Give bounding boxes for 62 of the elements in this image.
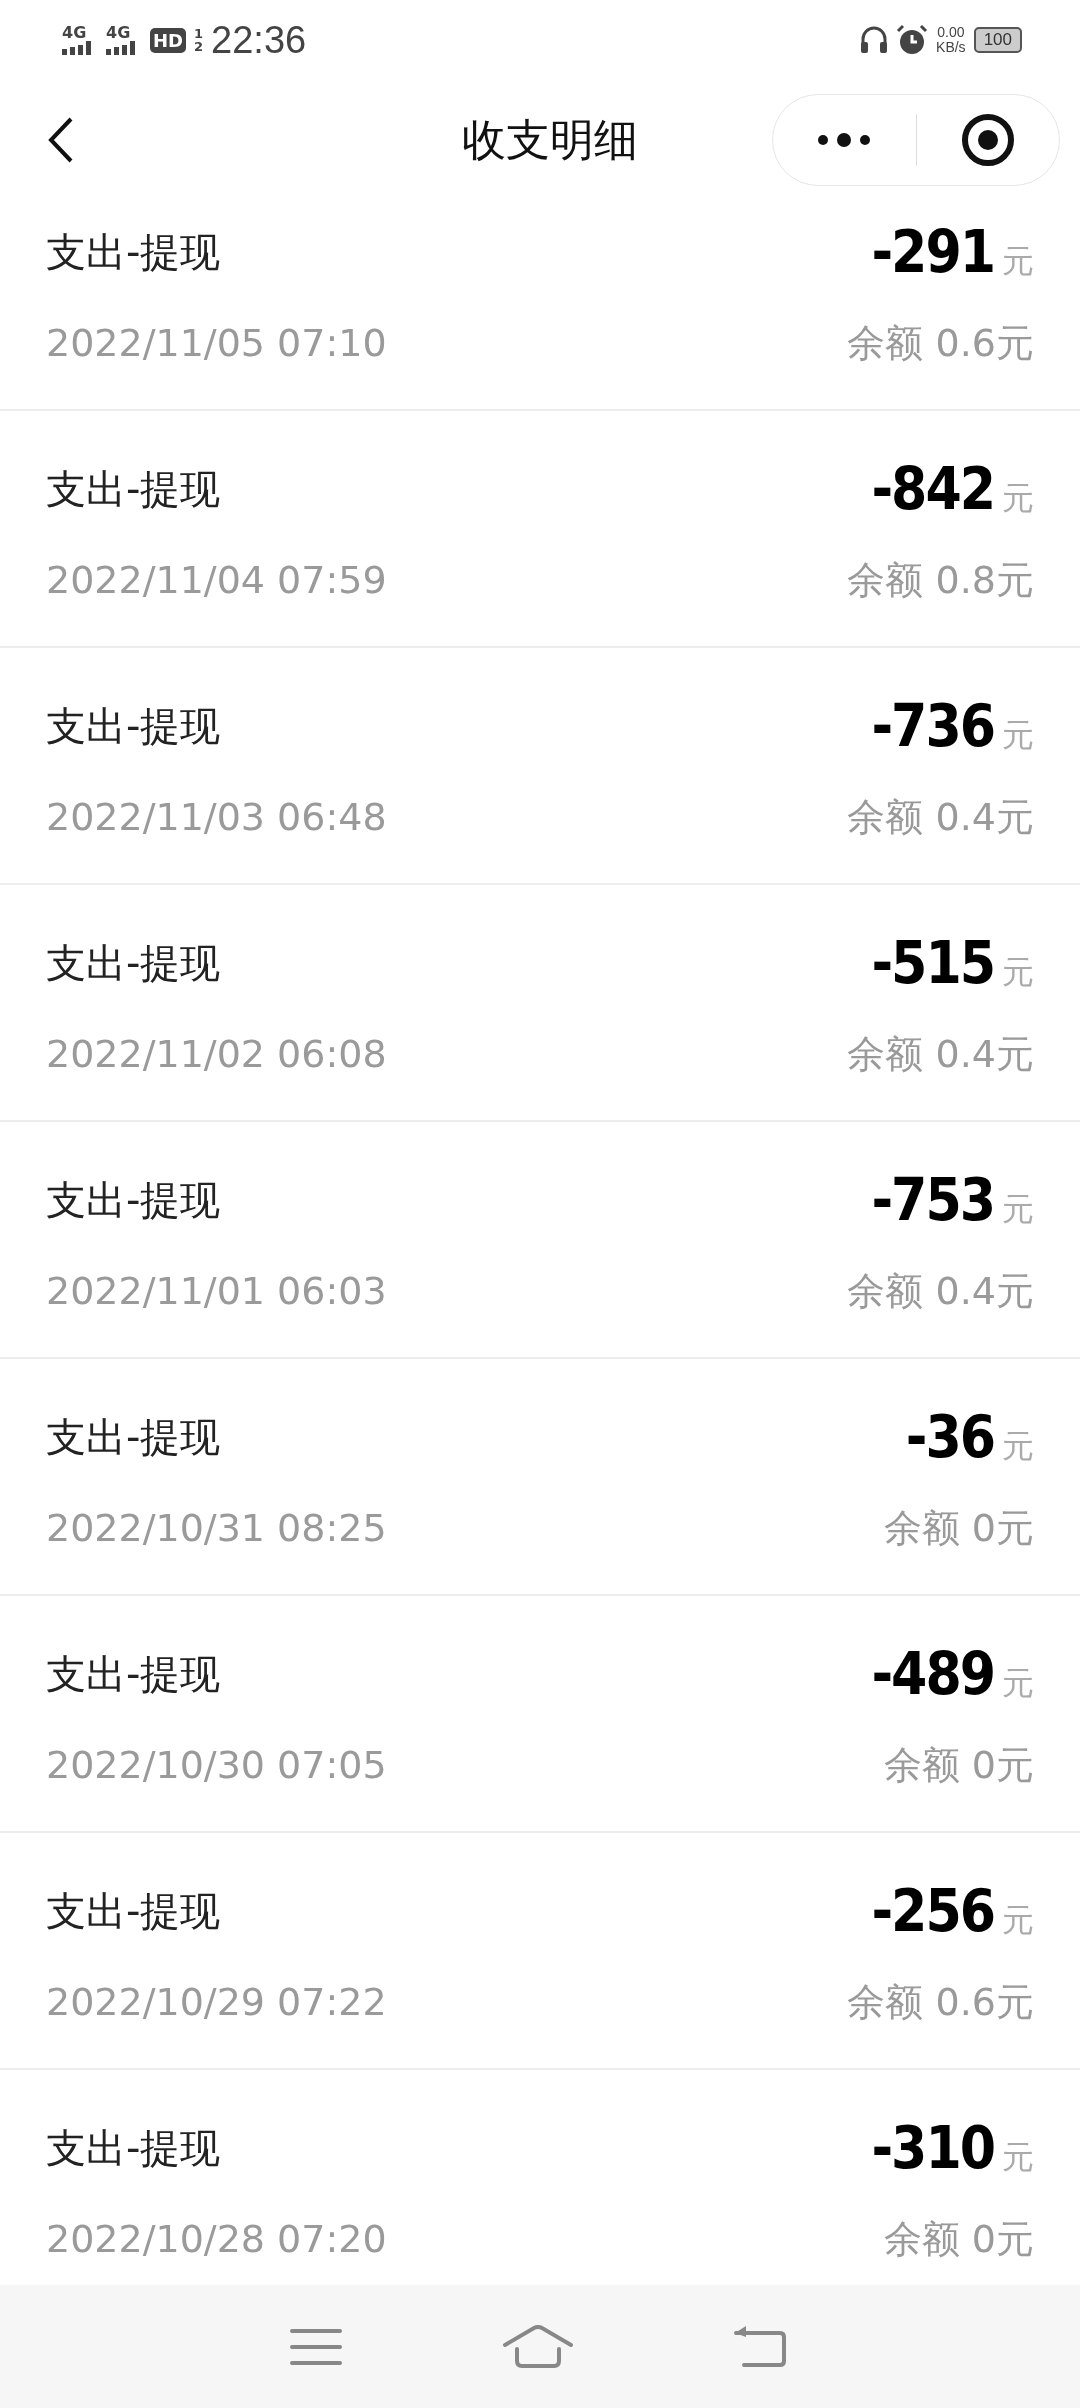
record-title: 支出-提现	[46, 1412, 221, 1462]
battery-indicator: 100	[973, 27, 1022, 53]
balance-text: 余额 0元	[883, 1504, 1034, 1552]
home-icon	[502, 2324, 574, 2369]
headphones-icon	[860, 25, 889, 55]
balance-text: 余额 0.4元	[847, 1030, 1034, 1078]
balance-text: 余额 0.8元	[847, 556, 1034, 604]
network-label: 4G	[106, 25, 131, 41]
network-label: 4G	[62, 25, 87, 41]
amount-value: -515	[871, 929, 994, 997]
record-date: 2022/10/30 07:05	[46, 1743, 387, 1787]
record-date: 2022/10/28 07:20	[46, 2217, 387, 2261]
speed-value: 0.00	[937, 25, 965, 40]
amount-value: -36	[905, 1403, 994, 1471]
record-title: 支出-提现	[46, 464, 221, 514]
record-title: 支出-提现	[46, 938, 221, 988]
amount-value: -489	[871, 1640, 994, 1708]
record-date: 2022/11/04 07:59	[46, 558, 387, 602]
record-date: 2022/11/02 06:08	[46, 1032, 387, 1076]
currency-unit: 元	[1002, 715, 1034, 756]
record-title: 支出-提现	[46, 227, 221, 277]
record-title: 支出-提现	[46, 701, 221, 751]
record-date: 2022/10/29 07:22	[46, 1980, 387, 2024]
amount-value: -310	[871, 2114, 994, 2182]
menu-icon	[290, 2326, 342, 2367]
target-icon	[960, 113, 1015, 167]
speed-unit: KB/s	[936, 40, 966, 55]
amount-value: -736	[871, 692, 994, 760]
sim-label: 1	[194, 27, 204, 40]
currency-unit: 元	[1002, 478, 1034, 519]
more-icon	[817, 133, 872, 147]
record-date: 2022/11/01 06:03	[46, 1269, 387, 1313]
currency-unit: 元	[1002, 1189, 1034, 1230]
page-title: 收支明细	[462, 112, 638, 167]
balance-text: 余额 0.6元	[847, 319, 1034, 367]
clock-time: 22:36	[211, 18, 307, 62]
record-date: 2022/10/31 08:25	[46, 1506, 387, 1550]
amount-value: -291	[871, 218, 994, 286]
balance-text: 余额 0元	[883, 2215, 1034, 2263]
hd-badge: HD	[150, 27, 186, 53]
currency-unit: 元	[1002, 2137, 1034, 2178]
currency-unit: 元	[1002, 1426, 1034, 1467]
balance-text: 余额 0.4元	[847, 1267, 1034, 1315]
alarm-icon	[896, 24, 929, 56]
record-title: 支出-提现	[46, 1175, 221, 1225]
back-icon	[48, 117, 74, 163]
record-title: 支出-提现	[46, 1886, 221, 1936]
record-date: 2022/11/03 06:48	[46, 795, 387, 839]
balance-text: 余额 0.6元	[847, 1978, 1034, 2026]
record-date: 2022/11/05 07:10	[46, 321, 387, 365]
balance-text: 余额 0元	[883, 1741, 1034, 1789]
sim-label: 2	[194, 40, 204, 53]
currency-unit: 元	[1002, 241, 1034, 282]
currency-unit: 元	[1002, 1900, 1034, 1941]
currency-unit: 元	[1002, 1663, 1034, 1704]
record-title: 支出-提现	[46, 1649, 221, 1699]
amount-value: -842	[871, 455, 994, 523]
balance-text: 余额 0.4元	[847, 793, 1034, 841]
currency-unit: 元	[1002, 952, 1034, 993]
amount-value: -256	[871, 1877, 994, 1945]
amount-value: -753	[871, 1166, 994, 1234]
record-title: 支出-提现	[46, 2123, 221, 2173]
